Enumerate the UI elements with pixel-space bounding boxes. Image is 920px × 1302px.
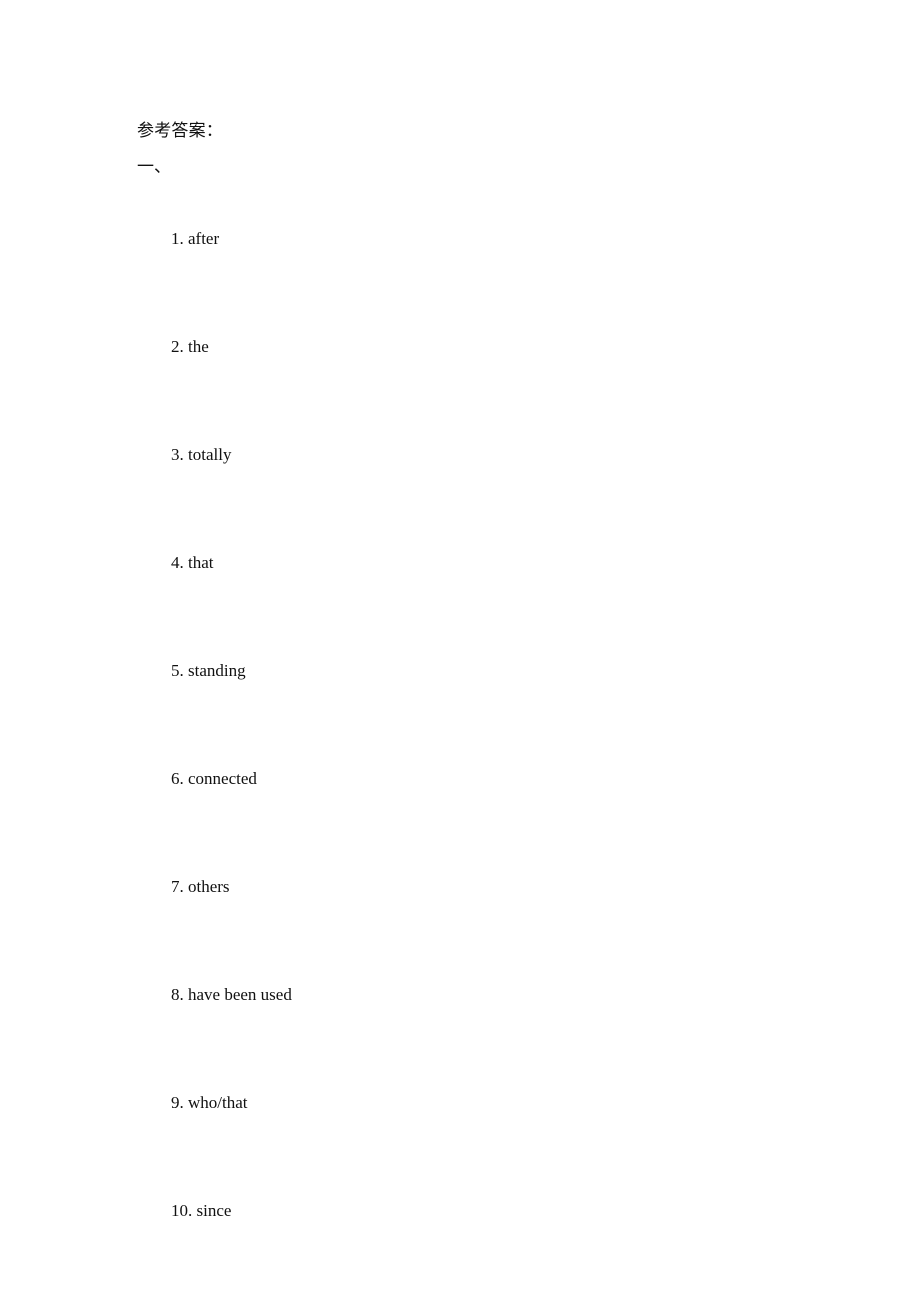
answer-number: 5.	[171, 661, 184, 680]
answer-number: 9.	[171, 1093, 184, 1112]
page-title: 参考答案：	[137, 121, 223, 140]
list-item: 2. the	[137, 293, 797, 401]
answer-text: who/that	[188, 1093, 248, 1112]
section-label-one: 一、	[137, 157, 171, 176]
answer-number: 6.	[171, 769, 184, 788]
list-item: 3. totally	[137, 401, 797, 509]
answer-text: after	[188, 229, 220, 248]
answer-number: 3.	[171, 445, 184, 464]
answer-number: 4.	[171, 553, 184, 572]
answer-key-content: 参考答案： 一、 1. after 2. the 3. totally 4. t…	[137, 113, 797, 1265]
answer-number: 7.	[171, 877, 184, 896]
answer-number: 1.	[171, 229, 184, 248]
answer-text: connected	[188, 769, 257, 788]
answer-list: 1. after 2. the 3. totally 4. that 5. st…	[137, 185, 797, 1265]
answer-number: 10.	[171, 1201, 193, 1220]
list-item: 7. others	[137, 833, 797, 941]
list-item: 10. since	[137, 1157, 797, 1265]
answer-text: the	[188, 337, 209, 356]
document-page: 参考答案： 一、 1. after 2. the 3. totally 4. t…	[0, 0, 920, 1302]
answer-number: 8.	[171, 985, 184, 1004]
answer-number: 2.	[171, 337, 184, 356]
answer-text: since	[196, 1201, 232, 1220]
list-item: 6. connected	[137, 725, 797, 833]
list-item: 4. that	[137, 509, 797, 617]
list-item: 1. after	[137, 185, 797, 293]
answer-text: that	[188, 553, 214, 572]
list-item: 8. have been used	[137, 941, 797, 1049]
answer-text: have been used	[188, 985, 292, 1004]
answer-text: standing	[188, 661, 246, 680]
answer-text: totally	[188, 445, 232, 464]
list-item: 5. standing	[137, 617, 797, 725]
answer-text: others	[188, 877, 230, 896]
list-item: 9. who/that	[137, 1049, 797, 1157]
